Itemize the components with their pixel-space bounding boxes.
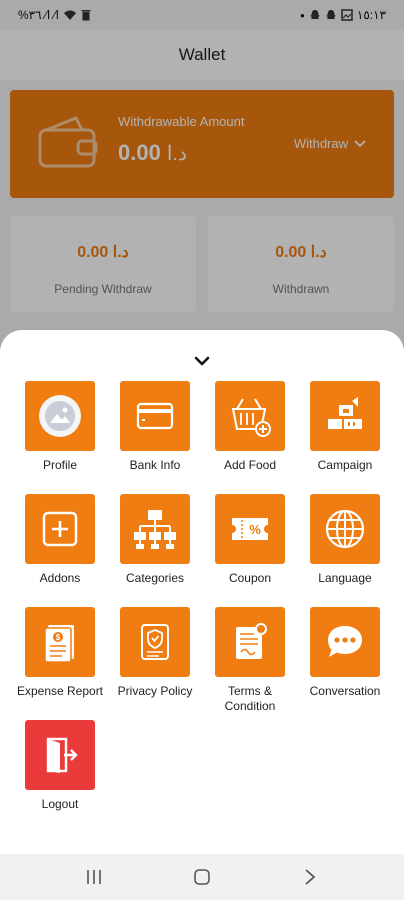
bank-card-icon	[136, 402, 174, 430]
menu-item-coupon[interactable]: % Coupon	[202, 494, 298, 586]
menu-item-terms-condition[interactable]: Terms & Condition	[202, 607, 298, 714]
terms-icon	[236, 623, 267, 659]
home-icon	[194, 869, 210, 885]
conversation-icon	[328, 626, 362, 657]
menu-item-bank-info[interactable]: Bank Info	[107, 381, 203, 473]
menu-item-profile[interactable]: Profile	[12, 381, 108, 473]
menu-item-privacy-policy[interactable]: Privacy Policy	[107, 607, 203, 699]
svg-text:%: %	[249, 522, 261, 537]
campaign-icon	[328, 397, 362, 429]
categories-icon	[134, 510, 176, 549]
back-button[interactable]	[290, 862, 330, 892]
menu-item-categories[interactable]: Categories	[107, 494, 203, 586]
chevron-right-icon	[305, 869, 316, 885]
profile-icon	[39, 395, 81, 437]
menu-item-conversation[interactable]: Conversation	[297, 607, 393, 699]
chevron-down-icon[interactable]	[191, 350, 213, 372]
recents-icon	[87, 870, 101, 884]
svg-text:$: $	[56, 633, 61, 642]
menu-item-language[interactable]: Language	[297, 494, 393, 586]
addons-icon	[42, 511, 78, 547]
language-globe-icon	[325, 509, 365, 549]
menu-item-expense-report[interactable]: $ Expense Report	[12, 607, 108, 699]
expense-report-icon: $	[44, 625, 74, 663]
logout-icon	[46, 737, 78, 773]
home-button[interactable]	[182, 862, 222, 892]
add-food-basket-icon	[231, 398, 271, 437]
menu-item-add-food[interactable]: Add Food	[202, 381, 298, 473]
menu-item-logout[interactable]: Logout	[12, 720, 108, 812]
menu-bottom-sheet: Profile Bank Info Add Food Campaign Addo…	[0, 330, 404, 854]
system-nav-bar	[0, 854, 404, 900]
coupon-icon: %	[232, 518, 268, 540]
menu-item-addons[interactable]: Addons	[12, 494, 108, 586]
recents-button[interactable]	[74, 862, 114, 892]
privacy-policy-icon	[141, 624, 169, 660]
menu-item-campaign[interactable]: Campaign	[297, 381, 393, 473]
